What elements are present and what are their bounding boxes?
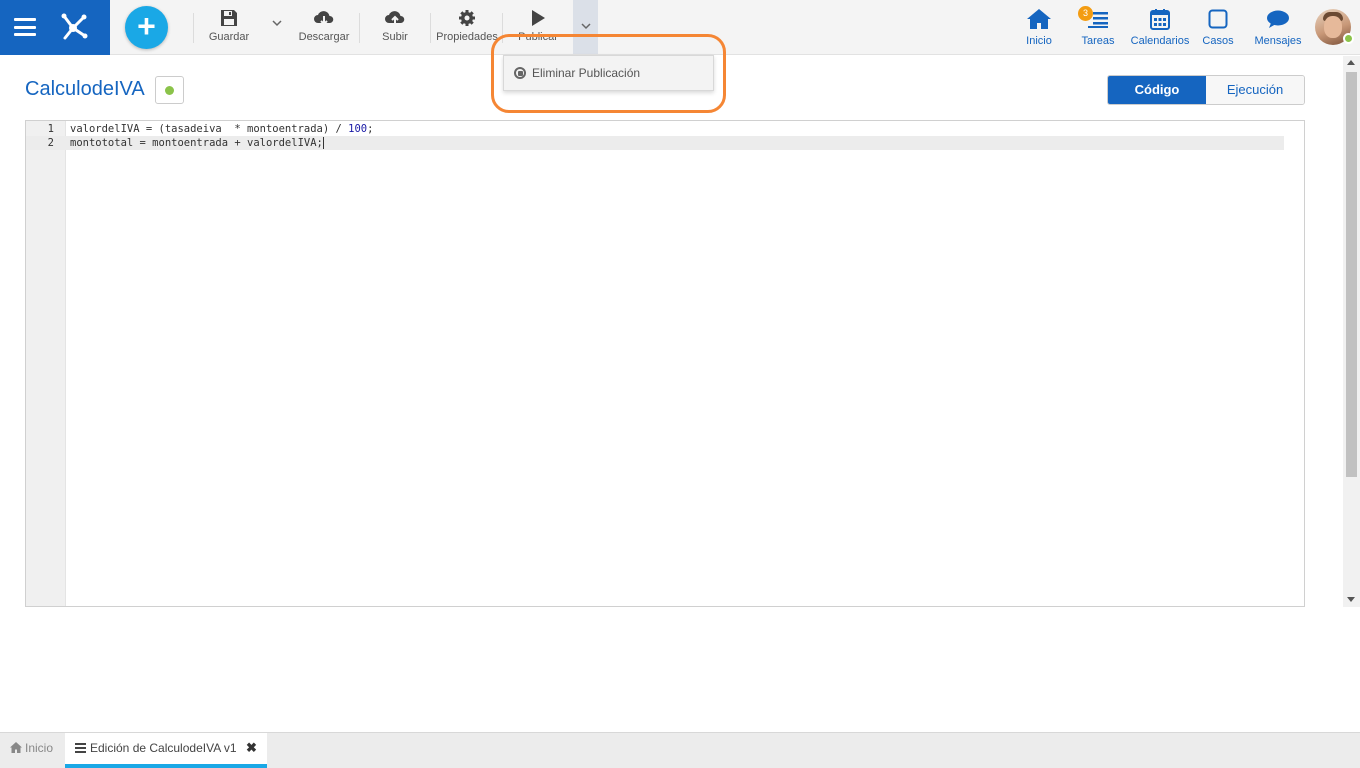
code-text: montototal = montoentrada + valordelIVA; <box>70 137 324 149</box>
gear-icon <box>435 8 499 28</box>
save-options-chevron-down-icon[interactable] <box>272 19 282 30</box>
publish-button[interactable]: Publicar <box>515 8 561 48</box>
save-icon <box>207 8 251 28</box>
upload-label: Subir <box>382 31 408 43</box>
nav-mensajes-label: Mensajes <box>1254 35 1302 47</box>
online-status-dot <box>1343 33 1354 44</box>
view-tabs: Código Java Ejecución <box>1107 75 1305 105</box>
top-toolbar: + Guardar Descargar Subir Propiedades Pu… <box>0 0 1360 55</box>
menu-item-eliminar-publicacion[interactable]: Eliminar Publicación <box>514 66 640 80</box>
nav-mensajes[interactable]: Mensajes <box>1254 7 1302 47</box>
logo-icon <box>61 13 88 40</box>
toolbar-divider <box>430 13 431 43</box>
home-icon <box>10 742 22 753</box>
play-icon <box>515 8 561 28</box>
code-line-active[interactable]: 2 montototal = montoentrada + valordelIV… <box>26 136 1284 150</box>
code-text: valordelIVA = (tasadeiva * montoentrada)… <box>70 123 374 135</box>
case-square-icon <box>1202 7 1234 31</box>
cloud-download-icon <box>297 8 351 28</box>
download-label: Descargar <box>298 31 350 43</box>
calendar-icon <box>1130 7 1190 31</box>
publish-label: Publicar <box>518 31 558 43</box>
vertical-scrollbar[interactable] <box>1343 56 1360 607</box>
bottom-tab-edicion[interactable]: Edición de CalculodeIVA v1 ✖ <box>65 733 267 768</box>
menu-block <box>0 0 110 55</box>
bottom-tab-inicio[interactable]: Inicio <box>0 733 65 768</box>
line-number: 1 <box>47 123 54 135</box>
properties-button[interactable]: Propiedades <box>435 8 499 48</box>
nav-inicio-label: Inicio <box>1026 35 1052 47</box>
toolbar-divider <box>193 13 194 43</box>
publish-options-button[interactable] <box>573 0 598 54</box>
cloud-upload-icon <box>378 8 412 28</box>
chevron-down-icon <box>581 23 591 30</box>
save-label: Guardar <box>208 31 250 43</box>
upload-button[interactable]: Subir <box>378 8 412 48</box>
bottom-tab-edicion-label: Edición de CalculodeIVA v1 <box>90 741 237 755</box>
tab-codigo-java[interactable]: Código Java <box>1108 76 1206 104</box>
scroll-up-arrow-icon[interactable] <box>1347 60 1355 65</box>
tab-ejecucion[interactable]: Ejecución <box>1206 76 1304 104</box>
stop-circle-icon <box>514 67 526 79</box>
nav-tareas-label: Tareas <box>1081 35 1115 47</box>
line-gutter <box>26 121 66 606</box>
nav-tareas[interactable]: 3 Tareas <box>1078 6 1115 47</box>
status-dot-icon <box>165 86 174 95</box>
download-button[interactable]: Descargar <box>297 8 351 48</box>
scroll-down-arrow-icon[interactable] <box>1347 597 1355 602</box>
nav-calendarios[interactable]: Calendarios <box>1130 7 1190 47</box>
hamburger-menu-icon[interactable] <box>14 18 36 36</box>
close-icon[interactable]: ✖ <box>246 733 257 763</box>
home-icon <box>1024 7 1054 31</box>
tasks-badge: 3 <box>1078 6 1093 21</box>
code-editor[interactable]: 1 valordelIVA = (tasadeiva * montoentrad… <box>25 120 1305 607</box>
line-number: 2 <box>47 137 54 149</box>
list-icon <box>75 743 86 753</box>
nav-casos-label: Casos <box>1202 35 1234 47</box>
nav-calendarios-label: Calendarios <box>1130 35 1190 47</box>
nav-inicio[interactable]: Inicio <box>1024 7 1054 47</box>
page-title: CalculodeIVA <box>25 78 145 100</box>
add-button[interactable]: + <box>125 6 168 49</box>
menu-item-label: Eliminar Publicación <box>532 66 641 80</box>
nav-casos[interactable]: Casos <box>1202 7 1234 47</box>
code-line[interactable]: 1 valordelIVA = (tasadeiva * montoentrad… <box>26 122 1284 136</box>
publish-dropdown-menu: Eliminar Publicación <box>503 55 714 91</box>
toolbar-divider <box>502 13 503 43</box>
status-indicator-button[interactable] <box>155 76 184 104</box>
toolbar-divider <box>359 13 360 43</box>
bottom-tab-bar: Inicio Edición de CalculodeIVA v1 ✖ <box>0 732 1360 768</box>
save-button[interactable]: Guardar <box>207 8 251 48</box>
user-avatar[interactable] <box>1315 9 1354 45</box>
tasks-icon: 3 <box>1078 6 1115 31</box>
text-cursor <box>322 137 324 149</box>
bottom-tab-inicio-label: Inicio <box>25 741 54 755</box>
properties-label: Propiedades <box>436 31 498 43</box>
chat-bubble-icon <box>1254 7 1302 31</box>
scrollbar-thumb[interactable] <box>1346 72 1357 477</box>
